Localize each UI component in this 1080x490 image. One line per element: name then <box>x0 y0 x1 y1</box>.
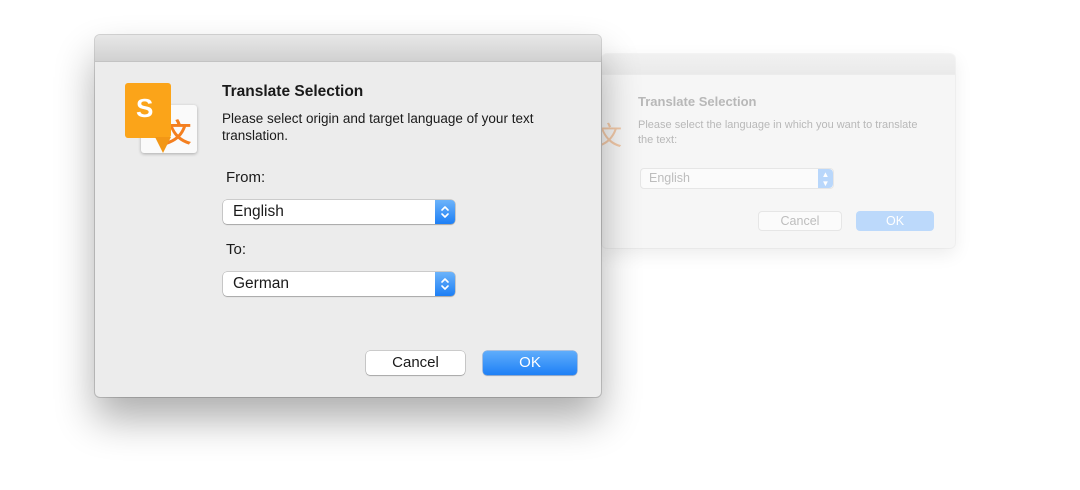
background-dialog-titlebar <box>602 54 955 75</box>
background-dialog-title: Translate Selection <box>638 94 757 109</box>
to-label: To: <box>226 241 247 258</box>
translate-card-front: S <box>125 83 171 138</box>
background-language-select-value: English <box>649 171 690 185</box>
letter-s-glyph-icon: S <box>136 93 154 123</box>
background-language-select: English ▲ ▼ <box>640 168 834 189</box>
dialog-titlebar[interactable] <box>95 35 601 62</box>
background-dialog-description: Please select the language in which you … <box>638 119 918 146</box>
dialog-description: Please select origin and target language… <box>222 111 534 143</box>
to-language-value: German <box>233 275 289 292</box>
chevron-updown-icon <box>435 200 455 224</box>
from-language-select[interactable]: English <box>223 200 455 224</box>
from-label: From: <box>226 169 266 186</box>
dialog-title: Translate Selection <box>222 83 364 100</box>
background-dialog: 文 Translate Selection Please select the … <box>602 54 955 248</box>
ok-button[interactable]: OK <box>483 351 577 375</box>
background-translate-icon: 文 <box>602 122 623 152</box>
cancel-button[interactable]: Cancel <box>366 351 465 375</box>
background-ok-button: OK <box>856 211 934 231</box>
speech-bubble-tail-icon <box>155 137 171 153</box>
chevron-updown-icon: ▲ ▼ <box>818 169 833 188</box>
from-language-value: English <box>233 203 284 220</box>
to-language-select[interactable]: German <box>223 272 455 296</box>
chevron-updown-icon <box>435 272 455 296</box>
background-cancel-button: Cancel <box>758 211 842 231</box>
translate-app-icon: 文 S <box>125 83 197 155</box>
translate-selection-dialog: 文 S Translate Selection Please select or… <box>95 35 601 397</box>
